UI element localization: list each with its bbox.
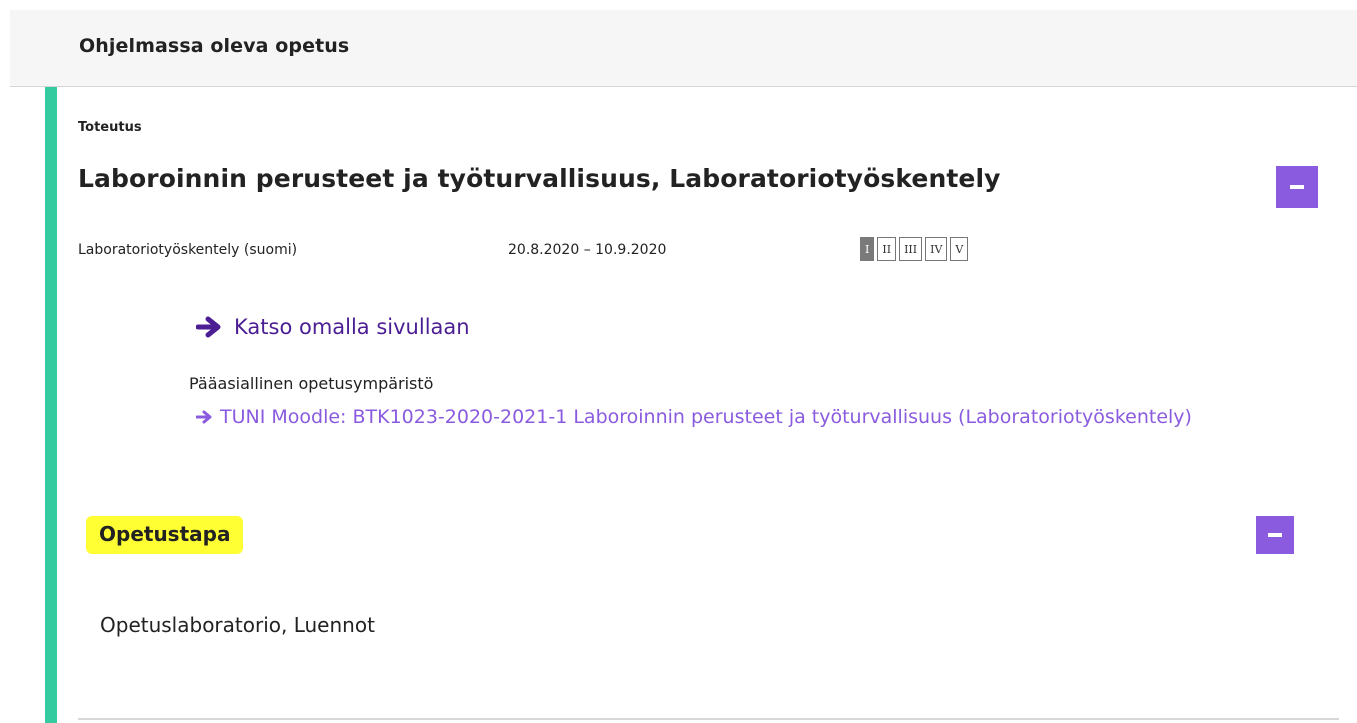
period-5: V xyxy=(950,237,969,261)
implementation-title: Laboroinnin perusteet ja työturvallisuus… xyxy=(78,164,1001,193)
arrow-right-icon xyxy=(196,410,212,424)
collapse-teaching-method-button[interactable] xyxy=(1256,516,1294,554)
own-page-link[interactable]: Katso omalla sivullaan xyxy=(196,315,470,339)
moodle-link-label: TUNI Moodle: BTK1023-2020-2021-1 Laboroi… xyxy=(220,406,1192,428)
period-indicator: I II III IV V xyxy=(860,237,969,261)
implementation-language: Laboratoriotyöskentely (suomi) xyxy=(78,242,298,258)
own-page-link-label: Katso omalla sivullaan xyxy=(234,315,470,339)
teaching-method-value: Opetuslaboratorio, Luennot xyxy=(100,613,375,637)
moodle-link[interactable]: TUNI Moodle: BTK1023-2020-2021-1 Laboroi… xyxy=(196,406,1192,428)
minus-icon xyxy=(1290,185,1304,189)
period-3: III xyxy=(899,237,923,261)
implementation-dates: 20.8.2020 – 10.9.2020 xyxy=(508,242,667,258)
section-header: Ohjelmassa oleva opetus xyxy=(10,10,1357,87)
arrow-right-icon xyxy=(196,316,221,338)
period-1: I xyxy=(860,237,875,261)
divider xyxy=(78,718,1339,720)
section-title: Ohjelmassa oleva opetus xyxy=(79,35,350,57)
teaching-method-heading: Opetustapa xyxy=(86,516,244,554)
period-4: IV xyxy=(925,237,948,261)
collapse-implementation-button[interactable] xyxy=(1276,166,1318,208)
period-2: II xyxy=(877,237,897,261)
minus-icon xyxy=(1268,533,1282,537)
accent-bar xyxy=(45,87,57,723)
learning-environment-label: Pääasiallinen opetusympäristö xyxy=(189,374,434,393)
implementation-type-label: Toteutus xyxy=(78,120,142,135)
